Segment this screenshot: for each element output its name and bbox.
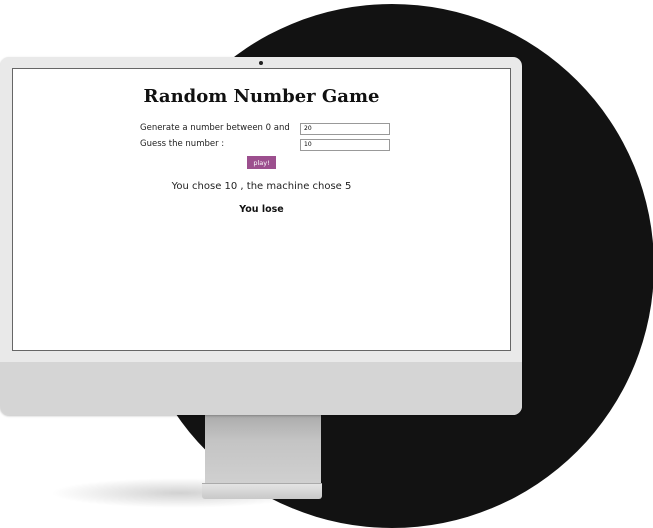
play-button[interactable]: play! xyxy=(247,156,276,169)
page-title: Random Number Game xyxy=(143,86,380,107)
monitor-stand xyxy=(205,412,321,484)
monitor: Random Number Game Generate a number bet… xyxy=(0,57,522,415)
screen: Random Number Game Generate a number bet… xyxy=(12,68,511,351)
range-input[interactable] xyxy=(300,123,390,135)
result-text: You chose 10 , the machine chose 5 xyxy=(171,181,352,192)
verdict-text: You lose xyxy=(239,204,284,215)
range-label: Generate a number between 0 and xyxy=(140,123,290,133)
monitor-stand-foot xyxy=(202,483,322,499)
camera-icon xyxy=(259,61,263,65)
guess-input[interactable] xyxy=(300,139,390,151)
guess-label: Guess the number : xyxy=(140,139,225,149)
monitor-chin xyxy=(0,362,522,415)
